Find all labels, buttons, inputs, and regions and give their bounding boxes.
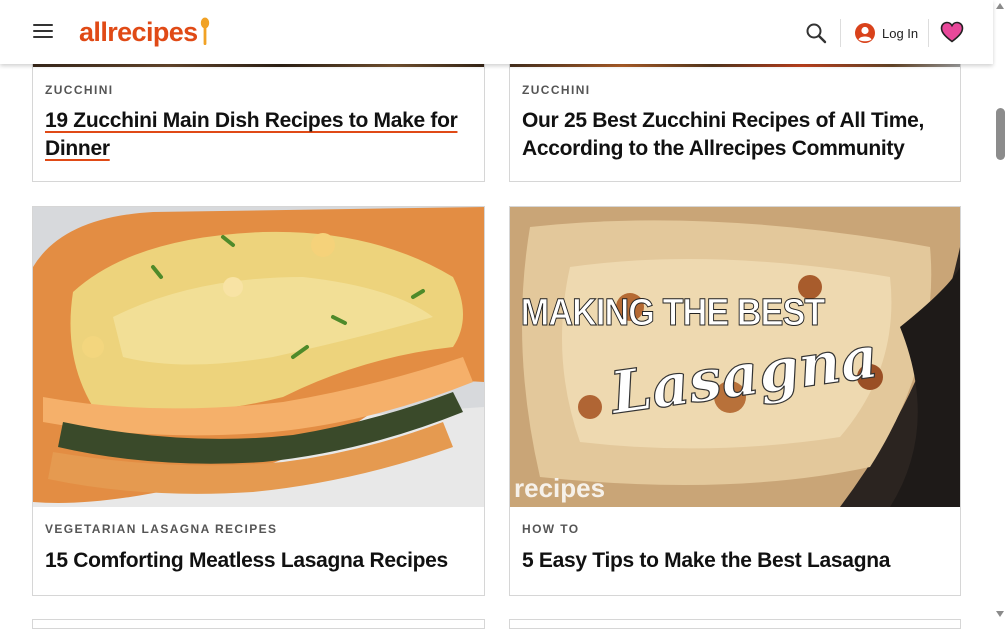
allrecipes-logo[interactable]: allrecipes [79, 15, 210, 49]
card-tag[interactable]: ZUCCHINI [45, 83, 114, 97]
logo-text: allrecipes [79, 16, 198, 47]
thumbnail-watermark: recipes [514, 473, 605, 503]
card-image: MAKING THE BEST Lasagna recipes [510, 207, 960, 507]
article-card[interactable]: VEGETARIAN LASAGNA RECIPES 15 Comforting… [32, 206, 485, 596]
card-title[interactable]: Our 25 Best Zucchini Recipes of All Time… [522, 107, 946, 163]
card-tag[interactable]: ZUCCHINI [522, 83, 591, 97]
page-scrollbar[interactable] [993, 0, 1008, 621]
thumbnail-headline: MAKING THE BEST [521, 290, 825, 333]
scroll-up-arrow-icon[interactable] [996, 3, 1004, 9]
card-title[interactable]: 5 Easy Tips to Make the Best Lasagna [522, 547, 946, 575]
login-label: Log In [882, 25, 919, 41]
menu-icon[interactable] [33, 24, 53, 40]
card-title[interactable]: 15 Comforting Meatless Lasagna Recipes [45, 547, 470, 575]
user-icon [855, 23, 875, 43]
site-header: allrecipes Log In [0, 0, 993, 64]
card-image [33, 207, 484, 507]
scroll-down-arrow-icon[interactable] [996, 611, 1004, 617]
card-tag[interactable]: HOW TO [522, 522, 580, 536]
scroll-thumb[interactable] [996, 108, 1005, 160]
card-title[interactable]: 19 Zucchini Main Dish Recipes to Make fo… [45, 107, 470, 163]
heart-icon[interactable] [940, 21, 964, 43]
header-divider [840, 19, 841, 47]
header-divider [928, 19, 929, 47]
spoon-icon [200, 17, 209, 45]
login-button[interactable]: Log In [854, 21, 918, 45]
article-card[interactable]: ZUCCHINI 19 Zucchini Main Dish Recipes t… [32, 56, 485, 182]
card-tag[interactable]: VEGETARIAN LASAGNA RECIPES [45, 522, 277, 536]
article-card[interactable]: MAKING THE BEST Lasagna recipes HOW TO 5… [509, 206, 961, 596]
search-icon[interactable] [805, 22, 827, 44]
article-card[interactable]: ZUCCHINI Our 25 Best Zucchini Recipes of… [509, 56, 961, 182]
